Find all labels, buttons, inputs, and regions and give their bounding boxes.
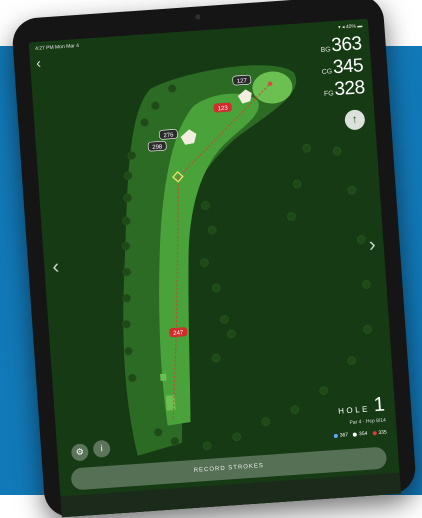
hole-label: HOLE [337,404,371,416]
tee-white: 354 [352,431,368,438]
hole-info: HOLE 1 Par 4 · Hcp 8/14 367 354 335 [331,393,387,439]
tablet-device: 127 123 276 298 247 4:27 PM Mon Mar 4 ▾ … [11,0,417,518]
svg-text:247: 247 [173,330,184,337]
svg-text:298: 298 [152,144,163,151]
hole-number: 1 [372,393,386,417]
label-tee-distance: 247 [169,327,188,338]
tee-red: 335 [372,429,387,436]
hole-title: HOLE 1 [331,393,386,420]
label-mid-distance: 123 [213,102,232,113]
yardage-center-value: 345 [332,55,364,79]
yardage-center-label: CG [321,68,333,77]
yardage-back-value: 363 [330,33,363,57]
status-time: 4:27 PM Mon Mar 4 [34,42,80,52]
svg-text:123: 123 [218,106,229,113]
yardage-front-value: 328 [333,77,366,101]
camera-dot [195,14,201,20]
yardage-back: BG 363 [319,33,362,58]
yardage-panel: BG 363 CG 345 FG 328 [319,33,365,102]
label-hazard-distance: 276 [159,129,178,140]
yardage-center: CG 345 [321,55,364,80]
tee-box-front [160,373,167,382]
svg-text:127: 127 [237,78,248,85]
app-screen: 127 123 276 298 247 4:27 PM Mon Mar 4 ▾ … [28,18,402,518]
tee-blue: 367 [333,432,348,439]
status-battery: ▾ ◂ 40% ▬ [337,23,363,31]
yardage-front-label: FG [323,90,335,98]
yardage-front: FG 328 [322,77,366,102]
label-hazard-far-distance: 298 [147,140,167,152]
yardage-back-label: BG [320,46,331,55]
label-green-distance: 127 [232,74,252,86]
back-button[interactable]: ‹ [36,55,42,71]
svg-text:276: 276 [163,132,174,139]
